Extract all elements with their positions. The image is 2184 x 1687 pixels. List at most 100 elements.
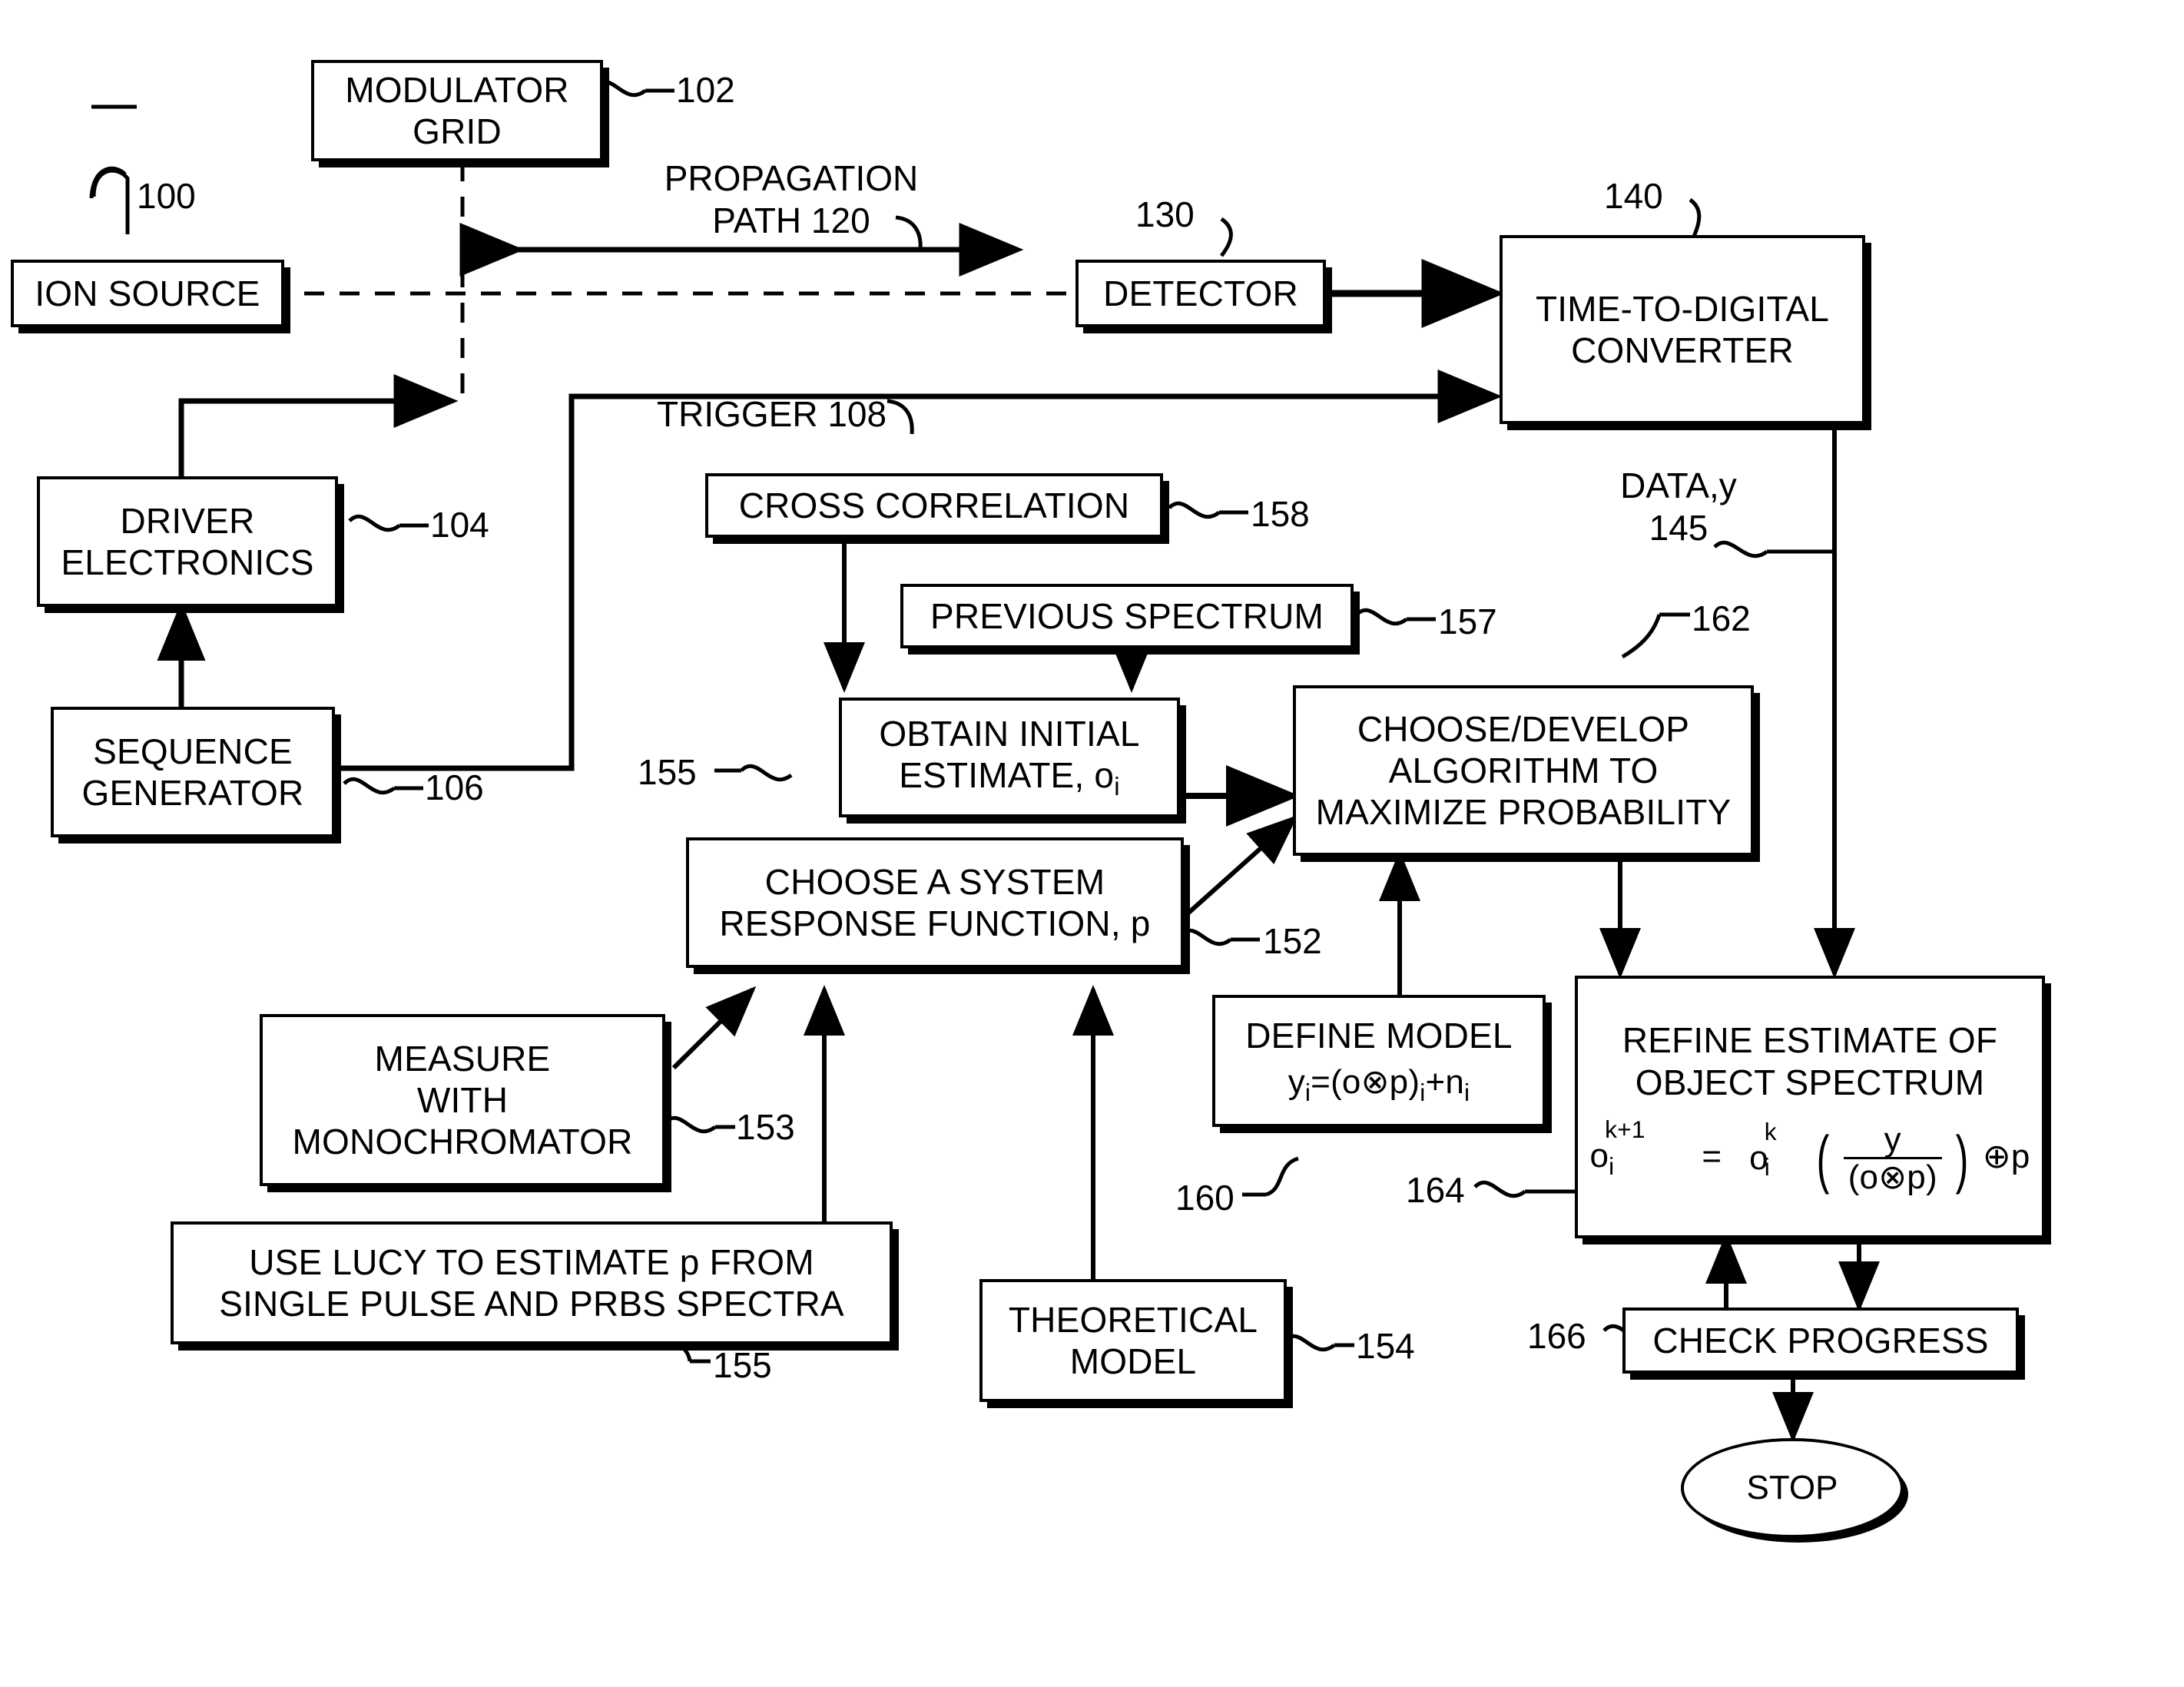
leader-153 xyxy=(664,1115,717,1134)
tdc-label-2: CONVERTER xyxy=(1571,330,1794,370)
eq-otimes: ⊗ xyxy=(1360,1062,1390,1101)
ref-157-text: 157 xyxy=(1438,602,1497,641)
ref-152: 152 xyxy=(1263,920,1322,963)
block-detector[interactable]: DETECTOR xyxy=(1075,260,1326,327)
ref-102-text: 102 xyxy=(676,70,735,110)
previous-spectrum-label: PREVIOUS SPECTRUM xyxy=(930,595,1324,636)
obtain-label-1: OBTAIN INITIAL xyxy=(879,713,1140,754)
block-theoretical-model[interactable]: THEORETICAL MODEL xyxy=(979,1279,1287,1402)
ref-104-text: 104 xyxy=(430,505,489,545)
ref-100-text: 100 xyxy=(137,176,196,216)
block-modulator-grid-label-2: GRID xyxy=(413,111,502,151)
measure-label-3: MONOCHROMATOR xyxy=(292,1122,633,1162)
leader-100-arc xyxy=(91,168,130,234)
refine-numerator: y xyxy=(1843,1122,1942,1159)
leader-158 xyxy=(1168,501,1221,519)
seqgen-label-1: SEQUENCE xyxy=(93,731,293,771)
block-choose-response-function[interactable]: CHOOSE A SYSTEM RESPONSE FUNCTION, p xyxy=(686,837,1184,968)
driver-label-1: DRIVER xyxy=(120,500,255,541)
ref-155-obtain: 155 xyxy=(638,751,697,794)
block-modulator-grid[interactable]: MODULATOR GRID xyxy=(311,60,603,161)
refine-o1-sup: k+1 xyxy=(1605,1115,1645,1144)
driver-label-2: ELECTRONICS xyxy=(61,542,314,582)
ref-162-text: 162 xyxy=(1692,598,1751,638)
ref-157: 157 xyxy=(1438,601,1497,643)
block-ion-source[interactable]: ION SOURCE xyxy=(11,260,284,327)
lucy-label-1: USE LUCY TO ESTIMATE p FROM xyxy=(249,1241,814,1282)
ref-102: 102 xyxy=(676,69,735,111)
ref-158-text: 158 xyxy=(1251,494,1310,534)
measure-to-response xyxy=(671,986,757,1070)
check-progress-label: CHECK PROGRESS xyxy=(1652,1320,1989,1361)
block-sequence-generator[interactable]: SEQUENCE GENERATOR xyxy=(51,707,335,837)
leader-160 xyxy=(1265,1156,1299,1197)
refine-o1-sub: i xyxy=(1609,1152,1615,1180)
refine-oplus: ⊕ xyxy=(1982,1137,2011,1175)
refine-label-2: OBJECT SPECTRUM xyxy=(1635,1062,1985,1102)
ref-155-obtain-text: 155 xyxy=(638,752,697,792)
ref-130-text: 130 xyxy=(1135,194,1195,234)
eq-plus-n: +n xyxy=(1425,1062,1465,1101)
ref-158: 158 xyxy=(1251,493,1310,535)
propagation-label-2: PATH 120 xyxy=(712,201,870,241)
ref-164: 164 xyxy=(1406,1169,1465,1211)
refine-p: p xyxy=(2010,1137,2030,1175)
tdc-label-1: TIME-TO-DIGITAL xyxy=(1535,288,1830,329)
block-refine-estimate[interactable]: REFINE ESTIMATE OF OBJECT SPECTRUM oi k+1… xyxy=(1575,976,2045,1238)
block-define-model[interactable]: DEFINE MODEL yi=(o⊗p)i+ni xyxy=(1212,995,1546,1127)
ref-166: 166 xyxy=(1527,1315,1586,1357)
algo-label-2: ALGORITHM TO xyxy=(1388,750,1659,790)
ref-160: 160 xyxy=(1175,1177,1235,1219)
block-measure-with-monochromator[interactable]: MEASURE WITH MONOCHROMATOR xyxy=(260,1014,665,1186)
leader-157 xyxy=(1355,608,1408,626)
block-previous-spectrum[interactable]: PREVIOUS SPECTRUM xyxy=(900,584,1354,648)
obtain-label-2-text: ESTIMATE, o xyxy=(899,755,1115,795)
eq-y: y xyxy=(1288,1062,1305,1101)
block-check-progress[interactable]: CHECK PROGRESS xyxy=(1622,1308,2019,1374)
ref-106: 106 xyxy=(425,767,484,809)
block-stop[interactable]: STOP xyxy=(1681,1438,1904,1538)
leader-108 xyxy=(887,399,914,435)
ref-164-text: 164 xyxy=(1406,1170,1465,1210)
leader-104 xyxy=(348,514,401,532)
refine-label-1: REFINE ESTIMATE OF xyxy=(1622,1020,1998,1061)
refine-paren-open: ( xyxy=(1816,1122,1830,1195)
leader-162 xyxy=(1621,614,1662,659)
obtain-label-2: ESTIMATE, oi xyxy=(847,754,1172,802)
ref-166-text: 166 xyxy=(1527,1316,1586,1356)
ref-153: 153 xyxy=(736,1106,795,1148)
block-use-lucy[interactable]: USE LUCY TO ESTIMATE p FROM SINGLE PULSE… xyxy=(171,1221,893,1344)
refine-denominator: (o⊗p) xyxy=(1848,1158,1937,1196)
data-label-1: DATA,y xyxy=(1620,466,1737,505)
leader-155-obtain xyxy=(740,764,793,782)
ref-155-lucy-text: 155 xyxy=(713,1345,772,1385)
label-propagation-path: PROPAGATION PATH 120 xyxy=(630,157,953,242)
label-data-y: DATA,y 145 xyxy=(1571,465,1786,549)
block-ion-source-label: ION SOURCE xyxy=(35,273,260,313)
trigger-label: TRIGGER 108 xyxy=(657,394,887,434)
ref-100: 100 xyxy=(137,175,196,217)
ref-162: 162 xyxy=(1692,598,1751,640)
ref-153-text: 153 xyxy=(736,1107,795,1147)
theory-label-1: THEORETICAL xyxy=(1008,1299,1258,1340)
patent-figure-canvas: MODULATOR GRID ION SOURCE DETECTOR TIME-… xyxy=(0,0,2184,1687)
cross-correlation-label: CROSS CORRELATION xyxy=(738,485,1130,525)
ref-104: 104 xyxy=(430,504,489,546)
measure-label-2: WITH xyxy=(416,1079,509,1120)
block-choose-develop-algorithm[interactable]: CHOOSE/DEVELOP ALGORITHM TO MAXIMIZE PRO… xyxy=(1293,685,1754,856)
block-driver-electronics[interactable]: DRIVER ELECTRONICS xyxy=(37,476,338,607)
refine-o2-sup: k xyxy=(1764,1118,1777,1146)
leader-106 xyxy=(343,777,396,795)
ref-152-text: 152 xyxy=(1263,921,1322,961)
measure-label-1: MEASURE xyxy=(374,1038,551,1079)
algo-label-1: CHOOSE/DEVELOP xyxy=(1357,708,1690,749)
block-time-to-digital-converter[interactable]: TIME-TO-DIGITAL CONVERTER xyxy=(1500,235,1865,424)
block-detector-label: DETECTOR xyxy=(1103,273,1298,313)
ref-154: 154 xyxy=(1356,1325,1415,1367)
ref-130: 130 xyxy=(1135,194,1195,236)
resp-label-1: CHOOSE A SYSTEM xyxy=(764,861,1105,902)
block-obtain-initial-estimate[interactable]: OBTAIN INITIAL ESTIMATE, oi xyxy=(839,698,1180,817)
block-cross-correlation[interactable]: CROSS CORRELATION xyxy=(705,473,1163,538)
refine-o2-sub: i xyxy=(1764,1153,1771,1182)
ref-155-lucy: 155 xyxy=(713,1344,772,1387)
